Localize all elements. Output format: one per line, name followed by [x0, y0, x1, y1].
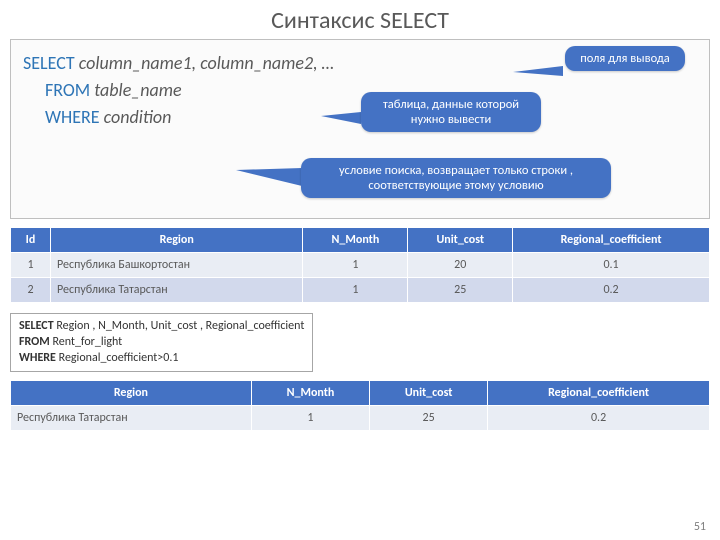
where-arg: condition [104, 106, 172, 128]
cell-coef: 0.1 [513, 253, 710, 278]
cell-region: Республика Татарстан [51, 278, 303, 303]
th-nmonth: N_Month [251, 380, 369, 405]
source-table: Id Region N_Month Unit_cost Regional_coe… [10, 227, 710, 303]
callout-condition-tail [236, 168, 302, 186]
callout-fields-tail [513, 66, 563, 76]
cell-unitcost: 25 [408, 278, 513, 303]
cell-coef: 0.2 [488, 405, 710, 430]
cell-id: 2 [11, 278, 51, 303]
th-nmonth: N_Month [303, 228, 408, 253]
q-kw-from: FROM [19, 335, 50, 349]
slide-title: Синтаксис SELECT [0, 0, 720, 37]
cell-coef: 0.2 [513, 278, 710, 303]
th-region: Region [11, 380, 252, 405]
cell-nmonth: 1 [303, 253, 408, 278]
cell-region: Республика Татарстан [11, 405, 252, 430]
callout-table-tail [321, 112, 361, 124]
table-header-row: Region N_Month Unit_cost Regional_coeffi… [11, 380, 710, 405]
table-row: 2 Республика Татарстан 1 25 0.2 [11, 278, 710, 303]
th-coef: Regional_coefficient [488, 380, 710, 405]
callout-table: таблица, данные которой нужно вывести [361, 92, 541, 132]
q-from-arg: Rent_for_light [50, 335, 122, 349]
th-unitcost: Unit_cost [408, 228, 513, 253]
kw-where: WHERE [45, 106, 100, 128]
syntax-panel: SELECT column_name1, column_name2, … FRO… [10, 39, 710, 219]
from-arg: table_name [94, 79, 181, 101]
table-row: 1 Республика Башкортостан 1 20 0.1 [11, 253, 710, 278]
callout-condition: условие поиска, возвращает только строки… [301, 158, 611, 198]
table-header-row: Id Region N_Month Unit_cost Regional_coe… [11, 228, 710, 253]
select-columns: column_name1, column_name2, … [79, 52, 334, 74]
th-region: Region [51, 228, 303, 253]
cell-unitcost: 25 [370, 405, 488, 430]
th-id: Id [11, 228, 51, 253]
q-where-arg: Regional_coefficient>0.1 [56, 351, 179, 365]
page-number: 51 [694, 520, 706, 534]
cell-nmonth: 1 [251, 405, 369, 430]
q-select-cols: Region , N_Month, Unit_cost , Regional_c… [54, 319, 305, 333]
result-table: Region N_Month Unit_cost Regional_coeffi… [10, 380, 710, 431]
th-unitcost: Unit_cost [370, 380, 488, 405]
cell-nmonth: 1 [303, 278, 408, 303]
kw-from: FROM [45, 79, 90, 101]
th-coef: Regional_coefficient [513, 228, 710, 253]
syntax-from-line: FROM table_name [23, 77, 697, 104]
kw-select: SELECT [23, 52, 75, 74]
callout-fields: поля для вывода [565, 46, 685, 71]
cell-region: Республика Башкортостан [51, 253, 303, 278]
q-kw-where: WHERE [19, 351, 56, 365]
cell-unitcost: 20 [408, 253, 513, 278]
example-query: SELECT Region , N_Month, Unit_cost , Reg… [10, 313, 313, 372]
cell-id: 1 [11, 253, 51, 278]
q-kw-select: SELECT [19, 319, 54, 333]
table-row: Республика Татарстан 1 25 0.2 [11, 405, 710, 430]
